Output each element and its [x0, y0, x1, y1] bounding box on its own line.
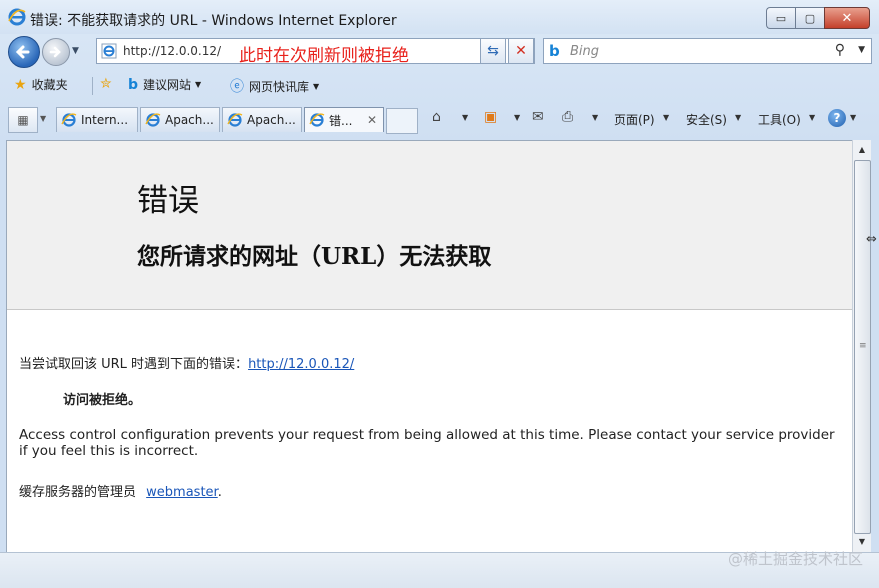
attempt-message: 当尝试取回该 URL 时遇到下面的错误：http://12.0.0.12/: [19, 353, 354, 372]
tab-error-active[interactable]: 错... ✕: [304, 107, 384, 132]
address-bar[interactable]: http://12.0.0.12/ 此时在次刷新则被拒绝: [96, 38, 535, 66]
watermark: @稀土掘金技术社区: [727, 550, 863, 568]
error-title: 错误: [137, 183, 199, 219]
page-ie-icon: ⓔ: [230, 79, 244, 95]
stop-button[interactable]: ✕: [508, 38, 534, 64]
address-url[interactable]: http://12.0.0.12/: [123, 44, 221, 58]
search-options-dropdown-icon[interactable]: ▼: [858, 45, 865, 55]
bing-icon: b: [128, 76, 139, 93]
tab-close-icon[interactable]: ✕: [367, 113, 377, 127]
error-header: 错误 您所请求的网址（URL）无法获取: [7, 141, 853, 310]
home-dropdown-icon[interactable]: ▼: [462, 113, 468, 122]
web-slice-label: 网页快讯库: [249, 79, 310, 94]
favorites-label: 收藏夹: [31, 78, 68, 92]
navigation-bar: ▼ http://12.0.0.12/ 此时在次刷新则被拒绝 ⇆ ✕ b Bin…: [0, 34, 879, 68]
back-button[interactable]: [8, 36, 40, 68]
search-input[interactable]: Bing: [570, 44, 599, 59]
search-icon[interactable]: ⚲: [835, 42, 845, 58]
access-control-message: Access control configuration prevents yo…: [19, 427, 835, 459]
favorites-button[interactable]: ★ 收藏夹: [14, 76, 68, 93]
recent-pages-dropdown-icon[interactable]: ▼: [72, 46, 79, 56]
webmaster-link[interactable]: webmaster: [146, 485, 218, 500]
error-detail: 访问被拒绝。: [63, 393, 142, 408]
ie-logo-icon: [8, 8, 26, 26]
ie-tab-icon: [309, 113, 325, 127]
divider: [92, 77, 93, 95]
safety-menu[interactable]: 安全(S): [686, 111, 727, 128]
page-content: 错误 您所请求的网址（URL）无法获取 当尝试取回该 URL 时遇到下面的错误：…: [6, 140, 853, 553]
page-ie-icon: [101, 43, 117, 59]
back-arrow-icon: [15, 45, 30, 59]
maximize-button[interactable]: ▢: [795, 7, 824, 29]
tab-apache-1[interactable]: Apach...: [140, 107, 220, 132]
tab-apache-2[interactable]: Apach...: [222, 107, 302, 132]
print-icon[interactable]: ⎙: [562, 109, 573, 125]
bing-logo-icon: b: [549, 42, 560, 60]
tab-label: Apach...: [165, 113, 214, 127]
grip-icon: ≡: [859, 341, 867, 351]
add-favorite-star-icon: ✮: [100, 76, 112, 92]
ie-window: 错误: 不能获取请求的 URL - Windows Internet Explo…: [0, 0, 879, 588]
favorites-star-icon: ★: [14, 76, 27, 93]
help-dropdown-icon[interactable]: ▼: [850, 113, 856, 122]
error-subtitle: 您所请求的网址（URL）无法获取: [137, 243, 492, 270]
admin-suffix: .: [217, 485, 222, 500]
quick-tabs-button[interactable]: ▦: [8, 107, 38, 133]
rss-feed-icon[interactable]: ▣: [484, 109, 497, 125]
requested-url-link[interactable]: http://12.0.0.12/: [248, 357, 354, 372]
suggested-sites-label: 建议网站: [143, 78, 192, 92]
ie-tab-icon: [61, 113, 77, 127]
ie-tab-icon: [145, 113, 161, 127]
admin-text: 缓存服务器的管理员: [19, 485, 137, 500]
tab-label: 错...: [329, 113, 353, 128]
red-annotation: 此时在次刷新则被拒绝: [239, 46, 409, 66]
vertical-scrollbar[interactable]: ▲ ≡ ▼: [852, 140, 871, 552]
resize-cursor-icon: ⇔: [866, 232, 877, 247]
web-slice-gallery-button[interactable]: ⓔ 网页快讯库 ▼: [230, 76, 319, 96]
tab-list-dropdown-icon[interactable]: ▼: [40, 114, 46, 123]
scrollbar-thumb[interactable]: ≡: [854, 160, 871, 534]
tab-label: Apach...: [247, 113, 296, 127]
suggested-sites-button[interactable]: b 建议网站 ▼: [128, 76, 201, 93]
attempt-text: 当尝试取回该 URL 时遇到下面的错误：: [19, 357, 249, 372]
refresh-button[interactable]: ⇆: [480, 38, 506, 64]
print-dropdown-icon[interactable]: ▼: [592, 113, 598, 122]
chevron-down-icon: ▼: [313, 81, 320, 91]
title-bar: 错误: 不能获取请求的 URL - Windows Internet Explo…: [0, 0, 879, 34]
add-to-favorites-button[interactable]: ✮: [100, 76, 117, 92]
home-icon[interactable]: ⌂: [432, 109, 441, 125]
chevron-down-icon: ▼: [735, 113, 742, 122]
forward-arrow-icon: [49, 46, 61, 58]
admin-contact: 缓存服务器的管理员 webmaster.: [19, 481, 222, 500]
minimize-button[interactable]: ▭: [766, 7, 795, 29]
close-button[interactable]: ✕: [824, 7, 870, 29]
help-icon[interactable]: ?: [828, 109, 846, 127]
window-controls: ▭ ▢ ✕: [766, 7, 870, 29]
chevron-down-icon: ▼: [663, 113, 670, 122]
tab-label: Intern...: [81, 113, 129, 127]
forward-button[interactable]: [42, 38, 70, 66]
grid-icon: ▦: [17, 113, 29, 127]
chevron-down-icon: ▼: [195, 80, 202, 89]
mail-icon[interactable]: ✉: [532, 109, 544, 125]
new-tab-button[interactable]: [386, 108, 418, 134]
scroll-up-arrow-icon[interactable]: ▲: [853, 142, 871, 158]
ie-tab-icon: [227, 113, 243, 127]
page-menu[interactable]: 页面(P): [614, 111, 655, 128]
tools-menu[interactable]: 工具(O): [758, 111, 801, 128]
favorites-bar: ★ 收藏夹 ✮ b 建议网站 ▼ ⓔ 网页快讯库 ▼: [0, 72, 879, 100]
search-box[interactable]: b Bing ⚲ ▼: [543, 38, 872, 64]
window-title: 错误: 不能获取请求的 URL - Windows Internet Explo…: [30, 13, 397, 29]
feeds-dropdown-icon[interactable]: ▼: [514, 113, 520, 122]
chevron-down-icon: ▼: [809, 113, 816, 122]
tab-internet[interactable]: Intern...: [56, 107, 138, 132]
tab-bar: ▦ ▼ Intern... Apach... Apach... 错... ✕ ⌂…: [0, 102, 879, 136]
